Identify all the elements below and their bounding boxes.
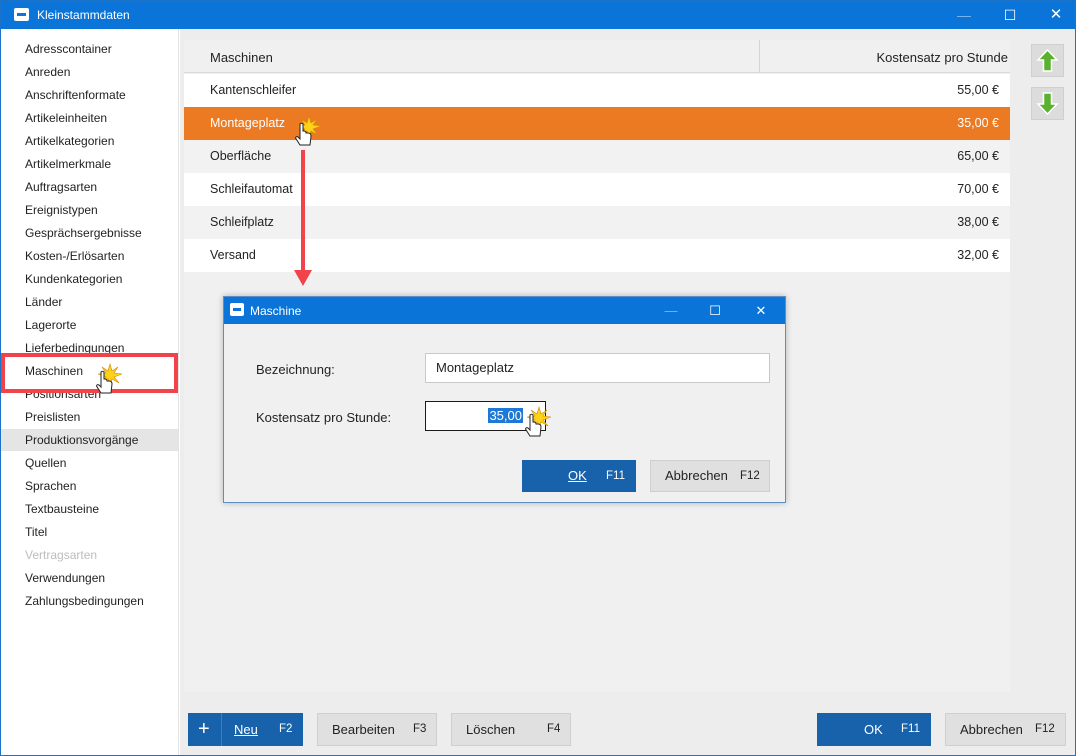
bearbeiten-key: F3 bbox=[413, 723, 427, 735]
column-header-maschinen[interactable]: Maschinen bbox=[210, 50, 273, 65]
sidebar-item-sprachen[interactable]: Sprachen bbox=[1, 475, 178, 497]
sidebar-item-preislisten[interactable]: Preislisten bbox=[1, 406, 178, 428]
row-rate: 70,00 € bbox=[957, 182, 999, 196]
dialog-close-icon[interactable]: ✕ bbox=[738, 297, 784, 324]
bearbeiten-label: Bearbeiten bbox=[332, 722, 395, 737]
sidebar-item-artikelkategorien[interactable]: Artikelkategorien bbox=[1, 130, 178, 152]
dialog-cancel-label: Abbrechen bbox=[665, 468, 728, 483]
sidebar-item-kundenkategorien[interactable]: Kundenkategorien bbox=[1, 268, 178, 290]
sidebar-item-gespraechsergebnisse[interactable]: Gesprächsergebnisse bbox=[1, 222, 178, 244]
loeschen-key: F4 bbox=[547, 723, 561, 735]
dialog-cancel-button[interactable]: Abbrechen F12 bbox=[650, 460, 770, 492]
row-rate: 55,00 € bbox=[957, 83, 999, 97]
loeschen-button[interactable]: Löschen F4 bbox=[451, 713, 571, 746]
plus-icon: + bbox=[198, 718, 210, 740]
dialog-cancel-key: F12 bbox=[740, 470, 760, 482]
row-name: Schleifautomat bbox=[210, 182, 293, 196]
row-name: Kantenschleifer bbox=[210, 83, 297, 97]
dialog-ok-key: F11 bbox=[606, 470, 625, 482]
sidebar-item-zahlungsbedingungen[interactable]: Zahlungsbedingungen bbox=[1, 590, 178, 612]
row-rate: 65,00 € bbox=[957, 149, 999, 163]
row-rate: 35,00 € bbox=[957, 116, 999, 130]
ok-label: OK bbox=[864, 722, 883, 737]
row-name: Oberfläche bbox=[210, 149, 272, 163]
table-row[interactable]: Kantenschleifer 55,00 € bbox=[184, 74, 1010, 107]
maximize-icon[interactable]: ☐ bbox=[987, 1, 1033, 29]
sidebar-item-textbausteine[interactable]: Textbausteine bbox=[1, 498, 178, 520]
row-rate: 32,00 € bbox=[957, 248, 999, 262]
table-header: Maschinen Kostensatz pro Stunde bbox=[184, 40, 1010, 73]
table-row[interactable]: Schleifplatz 38,00 € bbox=[184, 206, 1010, 239]
table-row[interactable]: Versand 32,00 € bbox=[184, 239, 1010, 272]
bezeichnung-label: Bezeichnung: bbox=[256, 362, 335, 377]
sidebar-item-auftragsarten[interactable]: Auftragsarten bbox=[1, 176, 178, 198]
annotation-arrow bbox=[301, 150, 305, 274]
dialog-ok-button[interactable]: OK F11 bbox=[522, 460, 636, 492]
bezeichnung-field[interactable]: Montageplatz bbox=[425, 353, 770, 383]
machine-dialog: Maschine — ☐ ✕ Bezeichnung: Montageplatz… bbox=[223, 296, 786, 503]
app-icon bbox=[14, 8, 29, 21]
neu-key: F2 bbox=[279, 723, 293, 735]
sidebar-item-artikelmerkmale[interactable]: Artikelmerkmale bbox=[1, 153, 178, 175]
dialog-app-icon bbox=[230, 303, 244, 316]
ok-key: F11 bbox=[901, 723, 920, 735]
column-header-kostensatz[interactable]: Kostensatz pro Stunde bbox=[876, 50, 1008, 65]
sidebar-item-laender[interactable]: Länder bbox=[1, 291, 178, 313]
neu-button[interactable]: + Neu F2 bbox=[188, 713, 303, 746]
arrow-down-icon bbox=[1036, 92, 1059, 116]
neu-label: Neu bbox=[234, 722, 258, 737]
row-name: Schleifplatz bbox=[210, 215, 274, 229]
dialog-titlebar[interactable]: Maschine — ☐ ✕ bbox=[224, 297, 785, 324]
move-down-button[interactable] bbox=[1031, 87, 1064, 120]
column-separator[interactable] bbox=[759, 40, 760, 73]
minimize-icon[interactable]: — bbox=[941, 1, 987, 29]
sidebar-item-artikeleinheiten[interactable]: Artikeleinheiten bbox=[1, 107, 178, 129]
sidebar-item-vertragsarten: Vertragsarten bbox=[25, 548, 98, 562]
abbrechen-label: Abbrechen bbox=[960, 722, 1023, 737]
sidebar-item-produktionsvorgaenge[interactable]: Produktionsvorgänge bbox=[1, 429, 178, 451]
sidebar-item-adresscontainer[interactable]: Adresscontainer bbox=[1, 38, 178, 60]
row-name: Versand bbox=[210, 248, 256, 262]
abbrechen-button[interactable]: Abbrechen F12 bbox=[945, 713, 1066, 746]
loeschen-label: Löschen bbox=[466, 722, 516, 737]
button-divider bbox=[221, 713, 222, 746]
row-name: Montageplatz bbox=[210, 116, 286, 130]
row-rate: 38,00 € bbox=[957, 215, 999, 229]
click-cursor-icon bbox=[294, 114, 322, 146]
abbrechen-key: F12 bbox=[1035, 723, 1055, 735]
sidebar-item-anreden[interactable]: Anreden bbox=[1, 61, 178, 83]
sidebar-item-verwendungen[interactable]: Verwendungen bbox=[1, 567, 178, 589]
sidebar-item-ereignistypen[interactable]: Ereignistypen bbox=[1, 199, 178, 221]
arrow-up-icon bbox=[1036, 48, 1059, 72]
dialog-maximize-icon[interactable]: ☐ bbox=[692, 297, 738, 324]
window-titlebar[interactable]: Kleinstammdaten — ☐ ✕ bbox=[1, 1, 1075, 29]
window-title: Kleinstammdaten bbox=[37, 8, 130, 22]
sidebar-item-lagerorte[interactable]: Lagerorte bbox=[1, 314, 178, 336]
sidebar-item-kosten-erloesarten[interactable]: Kosten-/Erlösarten bbox=[1, 245, 178, 267]
close-icon[interactable]: ✕ bbox=[1033, 1, 1076, 29]
dialog-minimize-icon[interactable]: — bbox=[648, 297, 694, 324]
move-up-button[interactable] bbox=[1031, 44, 1064, 77]
sidebar-item-titel[interactable]: Titel bbox=[1, 521, 178, 543]
ok-button[interactable]: OK F11 bbox=[817, 713, 931, 746]
click-cursor-icon bbox=[524, 405, 552, 437]
bearbeiten-button[interactable]: Bearbeiten F3 bbox=[317, 713, 437, 746]
kostensatz-label: Kostensatz pro Stunde: bbox=[256, 410, 392, 425]
table-row[interactable]: Schleifautomat 70,00 € bbox=[184, 173, 1010, 206]
dialog-title: Maschine bbox=[250, 304, 302, 318]
kostensatz-selected-value: 35,00 bbox=[488, 408, 523, 423]
sidebar-item-anschriftenformate[interactable]: Anschriftenformate bbox=[1, 84, 178, 106]
annotation-arrowhead bbox=[294, 270, 312, 286]
sidebar-item-quellen[interactable]: Quellen bbox=[1, 452, 178, 474]
dialog-ok-label: OK bbox=[568, 468, 587, 483]
click-cursor-icon bbox=[95, 362, 123, 394]
